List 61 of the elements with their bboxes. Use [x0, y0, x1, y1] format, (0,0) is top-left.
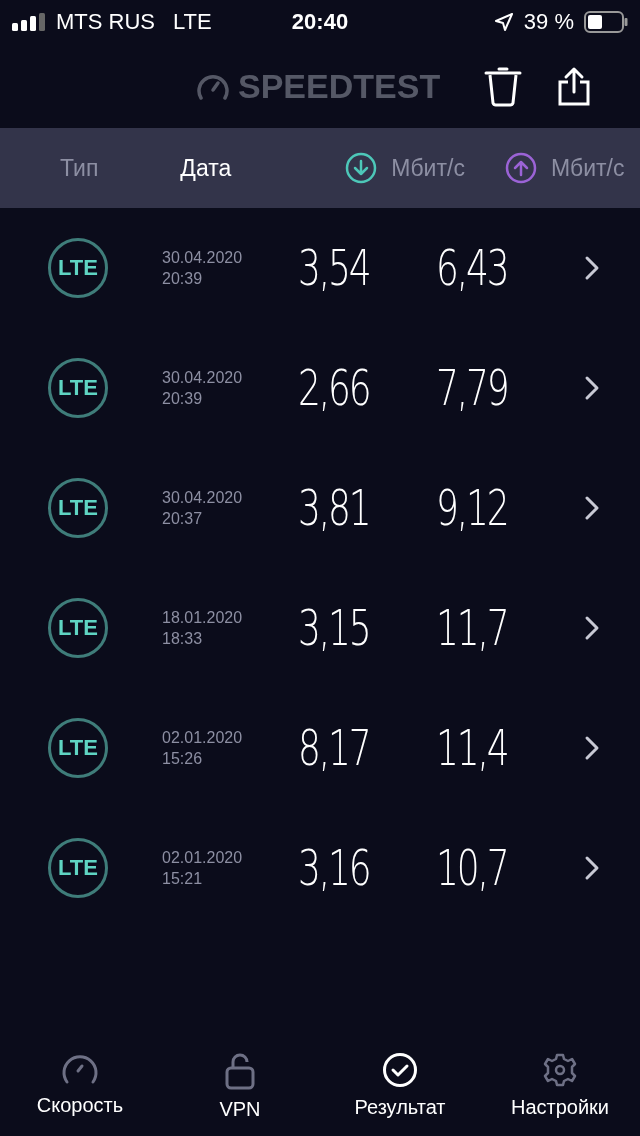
chevron-right-icon[interactable]: [584, 615, 600, 641]
battery-percent: 39 %: [523, 9, 574, 35]
battery-icon: [584, 11, 628, 33]
settings-icon: [542, 1052, 578, 1088]
status-time: 20:40: [291, 9, 349, 35]
network-type-badge: LTE: [48, 478, 108, 538]
share-button[interactable]: [558, 66, 590, 106]
test-date: 30.04.2020: [162, 248, 244, 268]
signal-icon: [12, 13, 46, 31]
network-type-badge: LTE: [48, 718, 108, 778]
chevron-right-icon[interactable]: [584, 855, 600, 881]
chevron-right-icon[interactable]: [584, 735, 600, 761]
download-speed: 8,17: [298, 719, 371, 777]
test-date: 30.04.2020: [162, 488, 244, 508]
test-date: 02.01.2020: [162, 848, 244, 868]
location-icon: [493, 12, 514, 32]
carrier-name: MTS RUS: [56, 9, 155, 35]
test-time: 15:21: [162, 869, 204, 889]
sort-column[interactable]: Дата: [180, 154, 232, 182]
padlock-icon: [225, 1052, 255, 1090]
upload-speed: 11,4: [436, 719, 509, 777]
download-speed: 3,15: [298, 599, 371, 657]
tab-item[interactable]: Результат: [320, 1038, 480, 1136]
app-logo: SPEEDTEST: [238, 66, 441, 106]
download-column[interactable]: Мбит/с: [345, 152, 465, 184]
test-time: 20:37: [162, 509, 204, 529]
tab-item[interactable]: Скорость: [0, 1038, 160, 1136]
network-type-badge: LTE: [48, 838, 108, 898]
network-type-badge: LTE: [48, 238, 108, 298]
checkmark-circle-icon: [382, 1052, 418, 1088]
network-type-badge: LTE: [48, 598, 108, 658]
test-time: 20:39: [162, 269, 204, 289]
upload-speed: 11,7: [436, 599, 509, 657]
network-type: LTE: [173, 9, 212, 35]
delete-button[interactable]: [484, 65, 522, 107]
test-date: 18.01.2020: [162, 608, 244, 628]
download-speed: 3,81: [298, 479, 371, 537]
network-type-badge: LTE: [48, 358, 108, 418]
upload-column[interactable]: Мбит/с: [504, 152, 625, 184]
upload-speed: 9,12: [436, 479, 509, 537]
download-speed: 3,16: [298, 839, 371, 897]
tab-item[interactable]: Настройки: [480, 1038, 640, 1136]
upload-speed: 7,79: [436, 359, 509, 417]
download-speed: 2,66: [298, 359, 371, 417]
download-speed: 3,54: [298, 239, 371, 297]
chevron-right-icon[interactable]: [584, 495, 600, 521]
test-time: 18:33: [162, 629, 204, 649]
chevron-right-icon[interactable]: [584, 255, 600, 281]
upload-speed: 10,7: [436, 839, 509, 897]
chevron-right-icon[interactable]: [584, 375, 600, 401]
sort-column[interactable]: Тип: [60, 154, 99, 182]
test-time: 15:26: [162, 749, 204, 769]
arrow-up-circle-icon: [504, 152, 537, 184]
gauge-icon: [61, 1052, 99, 1086]
arrow-down-circle-icon: [345, 152, 378, 184]
test-date: 30.04.2020: [162, 368, 244, 388]
test-time: 20:39: [162, 389, 204, 409]
test-date: 02.01.2020: [162, 728, 244, 748]
tab-item[interactable]: VPN: [160, 1038, 320, 1136]
upload-speed: 6,43: [436, 239, 509, 297]
gauge-icon: [196, 72, 230, 100]
